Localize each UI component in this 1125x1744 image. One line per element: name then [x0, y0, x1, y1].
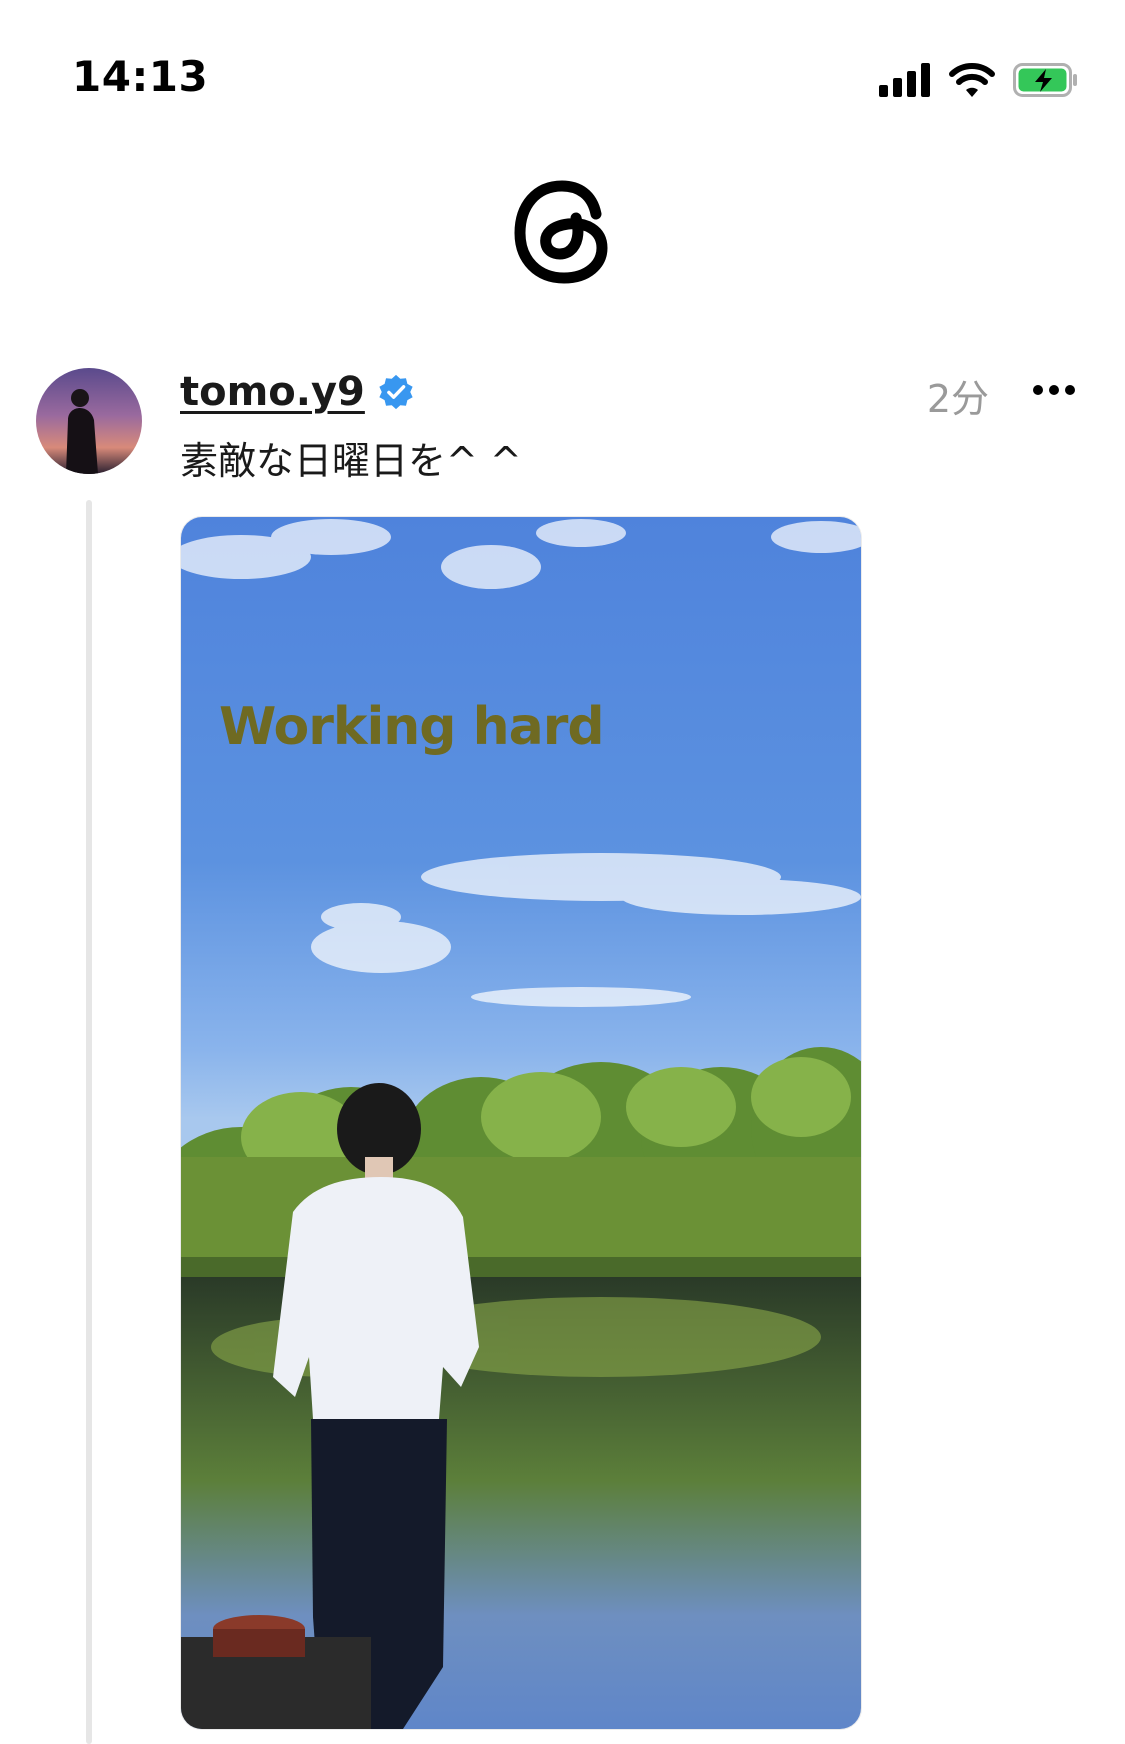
post-timestamp: 2分	[926, 377, 989, 421]
status-time: 14:13	[72, 52, 209, 101]
battery-charging-icon	[1013, 63, 1077, 97]
status-bar: 14:13	[0, 0, 1125, 120]
thread-line	[86, 500, 92, 1744]
avatar[interactable]	[36, 368, 142, 474]
verified-badge-icon	[379, 374, 413, 410]
threads-logo-icon[interactable]	[512, 180, 612, 286]
post-image[interactable]: Working hard	[180, 516, 862, 1730]
more-options-button[interactable]	[1026, 372, 1082, 408]
cellular-signal-icon	[879, 63, 930, 97]
post-text: 素敵な日曜日を^ ^	[180, 439, 522, 483]
more-horizontal-icon	[1033, 385, 1075, 395]
username-link[interactable]: tomo.y9	[180, 369, 365, 415]
wifi-icon	[949, 63, 995, 97]
media-overlay-text: Working hard	[219, 697, 605, 757]
post-author: tomo.y9	[180, 364, 415, 420]
status-icons	[879, 60, 1079, 100]
